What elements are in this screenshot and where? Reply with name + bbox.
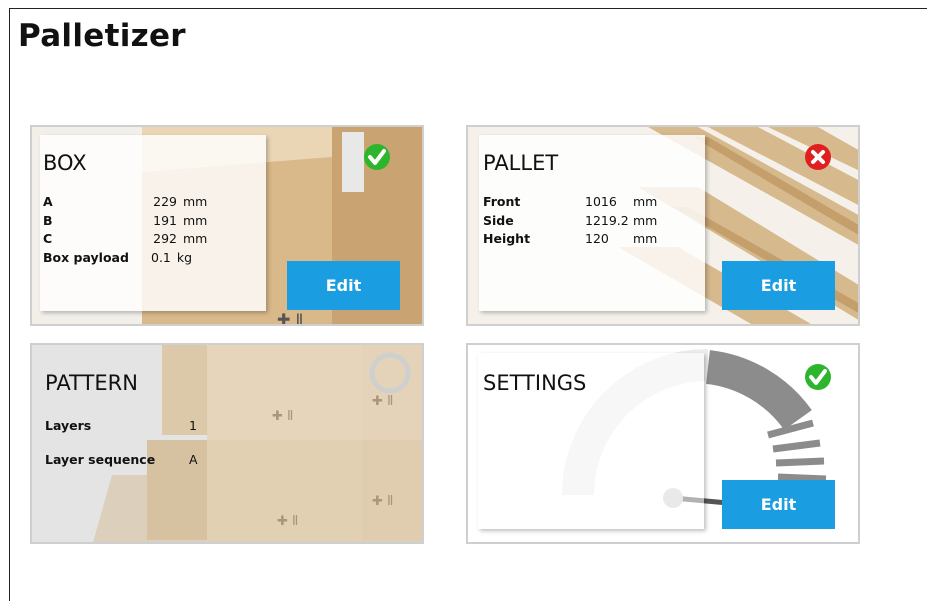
check-icon (805, 364, 831, 390)
settings-title: SETTINGS (483, 371, 587, 395)
error-icon (805, 144, 831, 170)
pattern-title: PATTERN (45, 371, 138, 395)
pattern-row-sequence: Layer sequence A (45, 452, 198, 467)
box-dimensions: A 229 mm B 191 mm C 292 mm Box payload 0… (43, 193, 207, 267)
pallet-title: PALLET (483, 151, 559, 175)
pallet-dimensions: Front 1016 mm Side 1219.2 mm Height 120 … (483, 193, 657, 249)
pallet-row-height: Height 120 mm (483, 231, 658, 246)
svg-text:✚ Ⅱ: ✚ Ⅱ (372, 494, 393, 509)
check-icon (364, 144, 390, 170)
settings-card[interactable]: SETTINGS Edit (466, 343, 860, 544)
settings-edit-button[interactable]: Edit (722, 480, 835, 529)
pattern-card[interactable]: ✚ Ⅱ ✚ Ⅱ ✚ Ⅱ ✚ Ⅱ PATTERN Layers 1 Layer s… (30, 343, 424, 544)
box-row-payload: Box payload 0.1 kg (43, 249, 193, 265)
box-card[interactable]: ✚ Ⅱ BOX A 229 mm B 191 mm C 292 mm Box p… (30, 125, 424, 326)
box-row-b: B 191 mm (43, 212, 208, 228)
pallet-row-front: Front 1016 mm (483, 194, 658, 209)
box-row-c: C 292 mm (43, 231, 208, 246)
pallet-edit-button[interactable]: Edit (722, 261, 835, 310)
pattern-row-layers: Layers 1 (45, 418, 197, 433)
pallet-card[interactable]: PALLET Front 1016 mm Side 1219.2 mm Heig… (466, 125, 860, 326)
svg-text:✚ Ⅱ: ✚ Ⅱ (277, 514, 298, 529)
box-edit-button[interactable]: Edit (287, 261, 400, 310)
pallet-row-side: Side 1219.2 mm (483, 212, 658, 228)
page-title: Palletizer (18, 18, 186, 54)
svg-text:✚ Ⅱ: ✚ Ⅱ (372, 394, 393, 409)
pattern-info: Layers 1 Layer sequence A (45, 409, 198, 477)
box-row-a: A 229 mm (43, 194, 208, 209)
svg-text:✚ Ⅱ: ✚ Ⅱ (272, 409, 293, 424)
box-title: BOX (43, 151, 87, 175)
svg-text:✚ Ⅱ: ✚ Ⅱ (277, 310, 303, 326)
